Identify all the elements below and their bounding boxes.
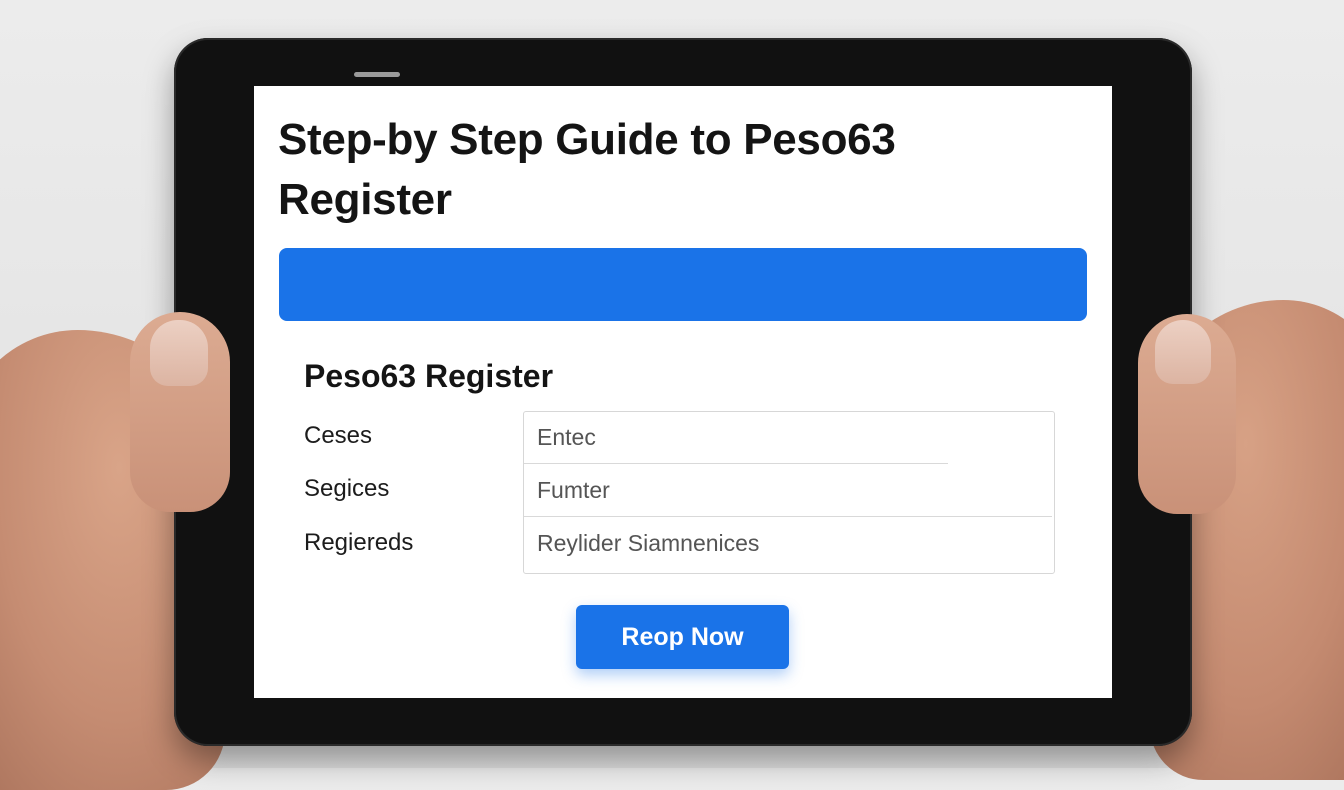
- left-thumbnail: [150, 320, 208, 386]
- field-label-regiereds: Regiereds: [304, 529, 414, 556]
- segices-input[interactable]: [524, 464, 1052, 516]
- page-title: Step-by Step Guide to Peso63 Register: [278, 115, 896, 224]
- ceses-input[interactable]: [524, 411, 1052, 463]
- header-banner: [279, 248, 1087, 321]
- right-thumbnail: [1155, 320, 1211, 384]
- field-label-ceses: Ceses: [304, 422, 373, 449]
- tablet-screen: Step-by Step Guide to Peso63 Register Pe…: [254, 86, 1112, 698]
- regiereds-input[interactable]: [524, 517, 1052, 569]
- tablet-top-button: [354, 72, 400, 77]
- field-label-segices: Segices: [304, 475, 390, 502]
- submit-button[interactable]: Reop Now: [576, 605, 789, 669]
- form-title: Peso63 Register: [304, 358, 554, 394]
